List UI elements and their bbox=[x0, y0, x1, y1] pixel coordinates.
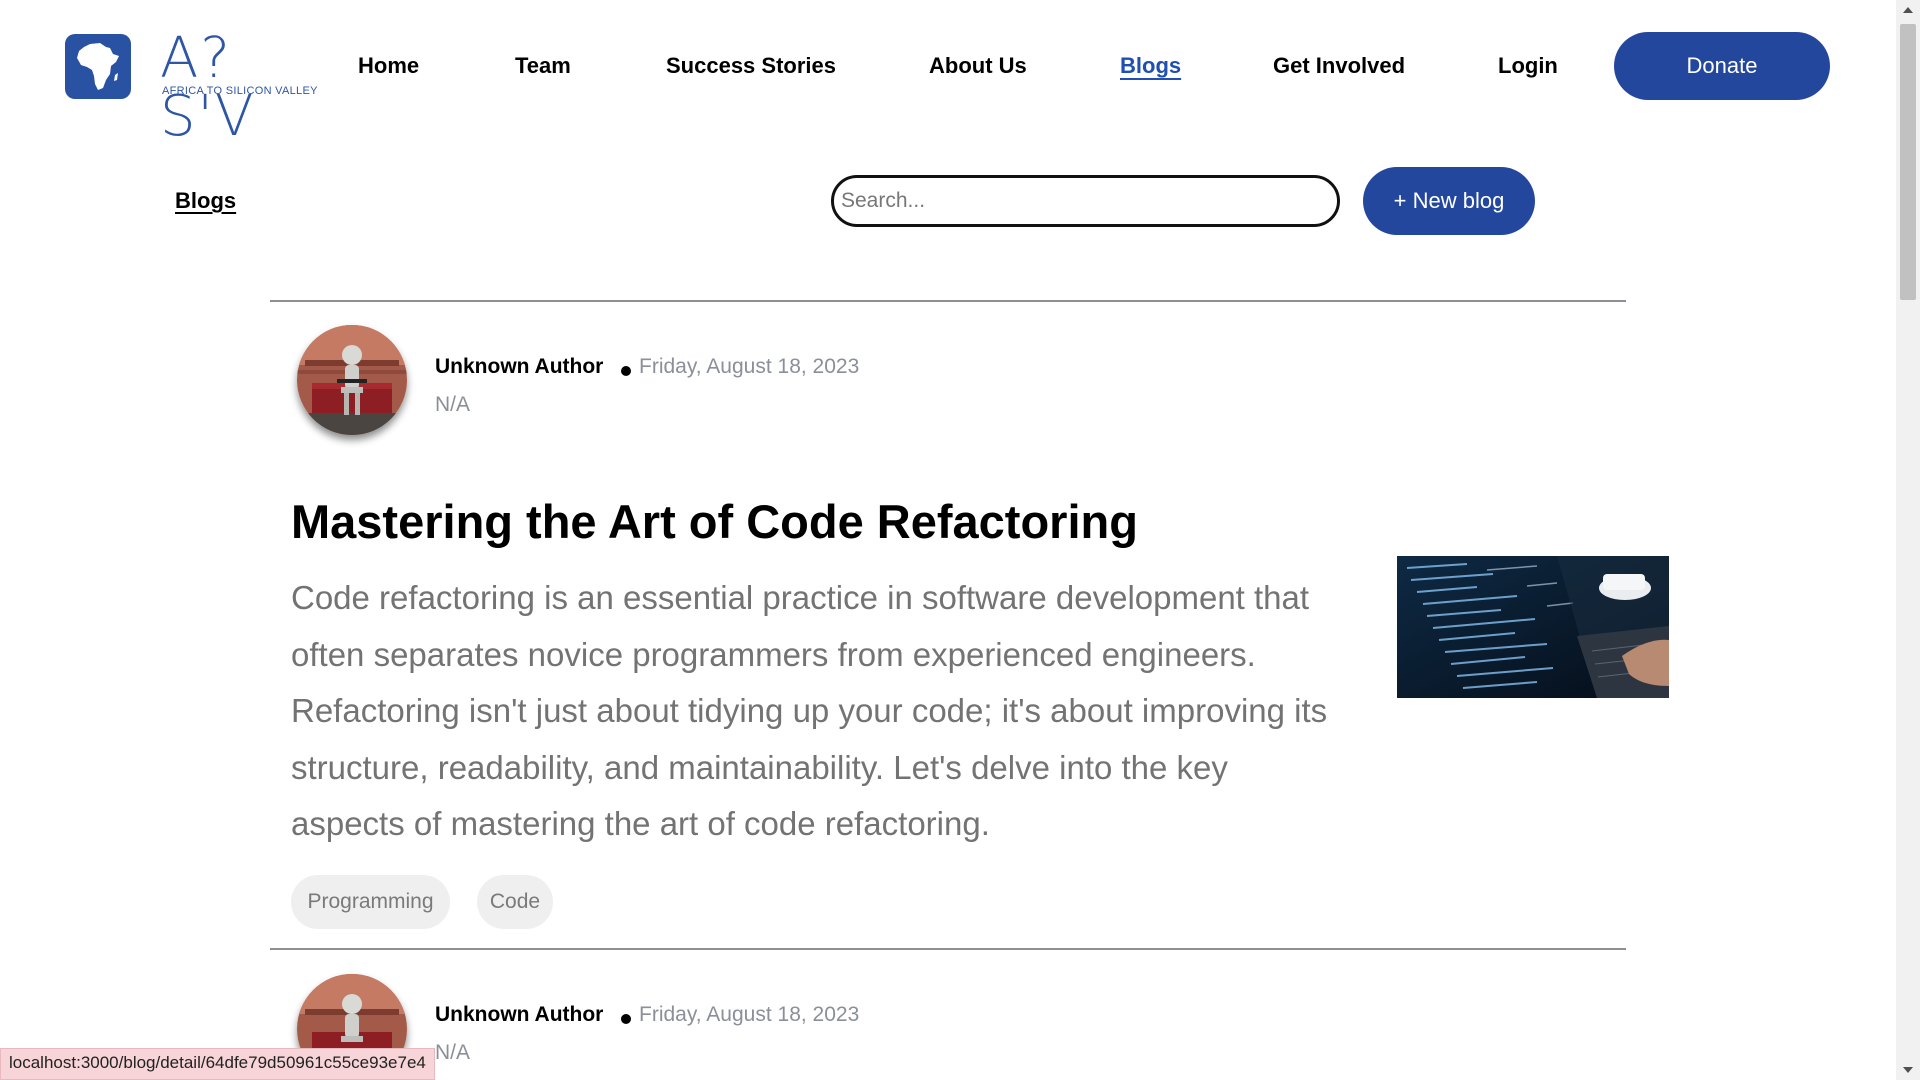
tag-programming[interactable]: Programming bbox=[291, 875, 450, 929]
divider bbox=[270, 948, 1626, 950]
robot-avatar-image bbox=[297, 325, 407, 435]
scroll-down-arrow-icon[interactable] bbox=[1896, 1060, 1920, 1080]
separator-dot bbox=[621, 1014, 631, 1024]
tag-code[interactable]: Code bbox=[477, 875, 553, 929]
nav-blogs[interactable]: Blogs bbox=[1120, 52, 1181, 80]
divider bbox=[270, 300, 1626, 302]
laptop-code-image bbox=[1397, 556, 1669, 698]
post-excerpt: Code refactoring is an essential practic… bbox=[291, 579, 1328, 842]
site-header: A?S'V AFRICA TO SILICON VALLEY Home Team… bbox=[0, 0, 1896, 146]
nav-team[interactable]: Team bbox=[515, 52, 571, 80]
search-input[interactable] bbox=[831, 175, 1340, 227]
brand-logo[interactable]: A?S'V AFRICA TO SILICON VALLEY bbox=[160, 30, 322, 146]
post-thumbnail[interactable] bbox=[1397, 556, 1669, 698]
page: A?S'V AFRICA TO SILICON VALLEY Home Team… bbox=[0, 0, 1896, 1080]
nav-get-involved[interactable]: Get Involved bbox=[1273, 52, 1405, 80]
logo-africa-icon[interactable] bbox=[65, 34, 131, 99]
author-role: N/A bbox=[435, 393, 471, 416]
browser-viewport: A?S'V AFRICA TO SILICON VALLEY Home Team… bbox=[0, 0, 1920, 1080]
link-status-bar: localhost:3000/blog/detail/64dfe79d50961… bbox=[0, 1048, 435, 1080]
nav-success-stories[interactable]: Success Stories bbox=[666, 52, 836, 80]
nav-home[interactable]: Home bbox=[358, 52, 419, 80]
post-date: Friday, August 18, 2023 bbox=[639, 355, 860, 378]
scroll-thumb[interactable] bbox=[1900, 24, 1916, 300]
post-author: Unknown Author bbox=[435, 355, 604, 378]
post-author: Unknown Author bbox=[435, 1003, 604, 1026]
scroll-up-arrow-icon[interactable] bbox=[1896, 0, 1920, 20]
new-blog-button[interactable]: + New blog bbox=[1363, 167, 1535, 235]
post-date: Friday, August 18, 2023 bbox=[639, 1003, 860, 1026]
donate-button[interactable]: Donate bbox=[1614, 32, 1830, 100]
author-avatar bbox=[297, 325, 407, 435]
brand-tagline: AFRICA TO SILICON VALLEY bbox=[162, 85, 318, 97]
nav-about-us[interactable]: About Us bbox=[929, 52, 1027, 80]
author-role: N/A bbox=[435, 1041, 471, 1064]
nav-login[interactable]: Login bbox=[1498, 52, 1558, 80]
blogs-heading-link[interactable]: Blogs bbox=[175, 188, 236, 214]
africa-map-icon bbox=[77, 42, 119, 90]
separator-dot bbox=[621, 366, 631, 376]
vertical-scrollbar[interactable] bbox=[1896, 0, 1920, 1080]
post-title[interactable]: Mastering the Art of Code Refactoring bbox=[291, 494, 1138, 550]
